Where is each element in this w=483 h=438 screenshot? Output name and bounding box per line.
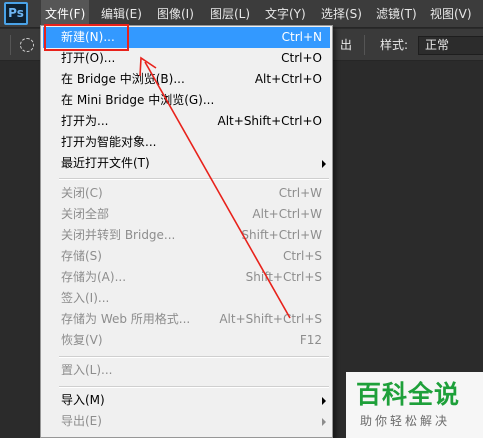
options-divider [364,35,365,55]
menu-item-browse-in-bridge[interactable]: 在 Bridge 中浏览(B)... Alt+Ctrl+O [43,69,330,90]
menu-item-label: 打开为... [61,114,109,128]
menu-item-import[interactable]: 导入(M) [43,390,330,411]
menu-item-save[interactable]: 存储(S) Ctrl+S [43,246,330,267]
menu-item-close-and-go-to-bridge[interactable]: 关闭并转到 Bridge... Shift+Ctrl+W [43,225,330,246]
menu-separator [59,178,329,180]
options-partial-label: 出 [340,38,353,52]
highlight-box [44,24,129,51]
menu-item-shortcut: Ctrl+S [282,249,322,263]
menu-item-open[interactable]: 打开(O)... Ctrl+O [43,48,330,69]
watermark-subtitle: 助你轻松解决 [360,414,451,428]
menu-item-label: 打开(O)... [61,51,116,65]
menu-item-browse-in-mini-bridge[interactable]: 在 Mini Bridge 中浏览(G)... [43,90,330,111]
menu-item-label: 存储为 Web 所用格式... [61,312,191,326]
options-divider [10,35,11,55]
menu-separator [59,356,329,358]
style-label: 样式: [380,38,409,52]
menu-item-shortcut: Shift+Ctrl+W [241,228,322,242]
menu-item-export[interactable]: 导出(E) [43,411,330,432]
menu-item-open-as-smart-object[interactable]: 打开为智能对象... [43,132,330,153]
watermark-title: 百科全说 [356,380,461,409]
menu-item-label: 存储(S) [61,249,102,263]
menu-item-label: 关闭(C) [61,186,103,200]
menu-item-label: 在 Mini Bridge 中浏览(G)... [61,93,215,107]
watermark: 百科全说 助你轻松解决 [346,372,483,438]
menu-item-close[interactable]: 关闭(C) Ctrl+W [43,183,330,204]
menu-item-close-all[interactable]: 关闭全部 Alt+Ctrl+W [43,204,330,225]
menu-item-shortcut: Shift+Ctrl+S [245,270,322,284]
menu-image[interactable]: 图像(I) [153,0,198,28]
menu-item-shortcut: Ctrl+N [281,30,322,44]
menu-item-label: 导入(M) [61,393,105,407]
photoshop-logo-icon: Ps [4,2,28,25]
menu-item-place[interactable]: 置入(L)... [43,360,330,381]
menu-item-save-as[interactable]: 存储为(A)... Shift+Ctrl+S [43,267,330,288]
menu-filter[interactable]: 滤镜(T) [372,0,421,28]
menu-item-shortcut: Alt+Shift+Ctrl+S [219,312,322,326]
menu-type[interactable]: 文字(Y) [261,0,310,28]
menu-item-label: 置入(L)... [61,363,113,377]
menu-item-shortcut: Ctrl+O [281,51,322,65]
menu-item-shortcut: Alt+Ctrl+W [252,207,322,221]
menu-item-label: 导出(E) [61,414,102,428]
submenu-arrow-icon [322,160,326,168]
menu-item-shortcut: Ctrl+W [278,186,322,200]
menu-item-label: 签入(I)... [61,291,110,305]
elliptical-marquee-icon[interactable] [20,38,34,52]
style-select[interactable]: 正常 [418,36,483,55]
menu-item-shortcut: F12 [299,333,322,347]
menu-item-label: 在 Bridge 中浏览(B)... [61,72,185,86]
menu-item-label: 打开为智能对象... [61,135,157,149]
menu-layer[interactable]: 图层(L) [206,0,254,28]
menu-separator [59,386,329,388]
menu-item-save-for-web[interactable]: 存储为 Web 所用格式... Alt+Shift+Ctrl+S [43,309,330,330]
file-menu-dropdown: 新建(N)... Ctrl+N 打开(O)... Ctrl+O 在 Bridge… [40,25,333,438]
menu-select[interactable]: 选择(S) [317,0,366,28]
menu-item-label: 恢复(V) [61,333,103,347]
menu-view[interactable]: 视图(V) [426,0,476,28]
menu-item-check-in[interactable]: 签入(I)... [43,288,330,309]
menu-item-label: 存储为(A)... [61,270,127,284]
menu-item-open-recent[interactable]: 最近打开文件(T) [43,153,330,174]
menu-item-label: 关闭并转到 Bridge... [61,228,176,242]
menu-item-label: 最近打开文件(T) [61,156,150,170]
menu-item-shortcut: Alt+Shift+Ctrl+O [217,114,322,128]
menu-item-revert[interactable]: 恢复(V) F12 [43,330,330,351]
submenu-arrow-icon [322,418,326,426]
menu-item-shortcut: Alt+Ctrl+O [254,72,322,86]
submenu-arrow-icon [322,397,326,405]
menu-item-open-as[interactable]: 打开为... Alt+Shift+Ctrl+O [43,111,330,132]
menu-item-label: 关闭全部 [61,207,110,221]
